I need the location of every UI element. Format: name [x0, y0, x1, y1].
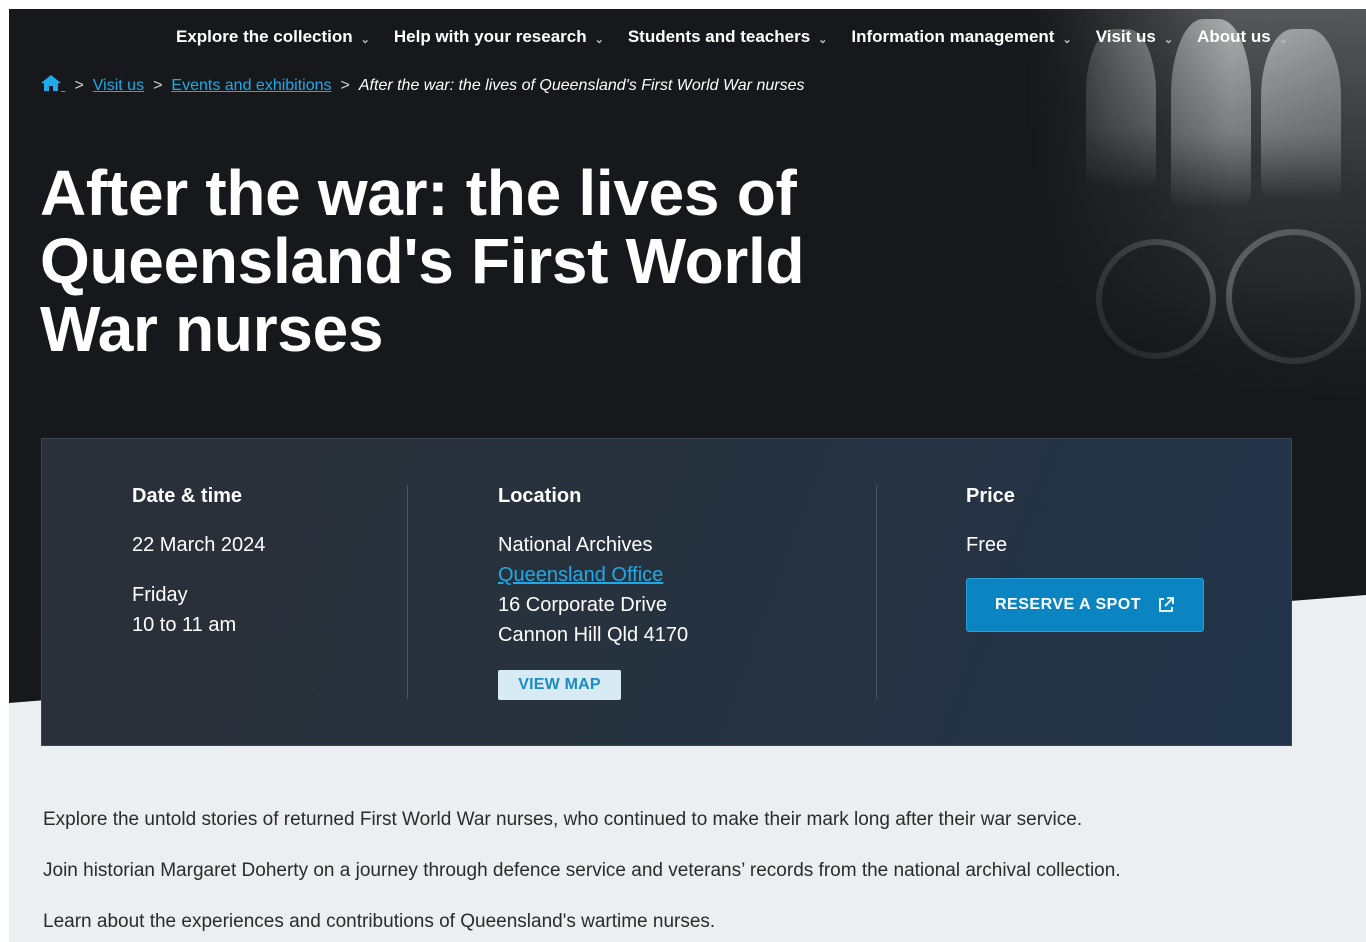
nav-label: Information management	[851, 27, 1055, 46]
divider	[407, 485, 408, 699]
external-link-icon	[1159, 597, 1174, 612]
nav-students-teachers[interactable]: Students and teachers ⌄	[628, 27, 828, 47]
breadcrumb: > Visit us > Events and exhibitions > After t…	[41, 71, 861, 100]
reserve-spot-button[interactable]: RESERVE A SPOT	[966, 578, 1204, 632]
location-suburb: Cannon Hill Qld 4170	[498, 624, 689, 646]
nav-label: Explore the collection	[176, 27, 353, 46]
breadcrumb-separator: >	[74, 77, 84, 94]
breadcrumb-visit-us[interactable]: Visit us	[93, 77, 144, 94]
breadcrumb-separator: >	[153, 77, 163, 94]
page-title: After the war: the lives of Queensland's…	[40, 157, 805, 365]
reserve-spot-label: RESERVE A SPOT	[995, 596, 1141, 613]
home-icon	[41, 75, 61, 91]
location-line: National Archives	[498, 534, 653, 556]
breadcrumb-current: After the war: the lives of Queensland's…	[358, 77, 805, 94]
event-description: Explore the untold stories of returned F…	[43, 807, 1243, 942]
view-map-button[interactable]: VIEW MAP	[498, 670, 621, 700]
hero-photo	[1026, 9, 1366, 429]
location-street: 16 Corporate Drive	[498, 594, 667, 616]
breadcrumb-home[interactable]	[41, 75, 65, 94]
nav-label: About us	[1197, 27, 1271, 46]
chevron-down-icon: ⌄	[594, 33, 604, 46]
queensland-office-link[interactable]: Queensland Office	[498, 564, 663, 586]
nav-about-us[interactable]: About us ⌄	[1197, 27, 1288, 47]
event-details-card: Date & time 22 March 2024 Friday 10 to 1…	[41, 438, 1292, 746]
chevron-down-icon: ⌄	[1163, 33, 1174, 46]
event-day: Friday	[132, 584, 188, 606]
description-paragraph: Explore the untold stories of returned F…	[43, 809, 1083, 830]
nav-label: Help with your research	[393, 27, 587, 46]
chevron-down-icon: ⌄	[1278, 33, 1288, 46]
location-heading: Location	[498, 485, 582, 507]
price-value: Free	[966, 534, 1008, 556]
nav-label: Visit us	[1095, 27, 1156, 46]
nav-explore-collection[interactable]: Explore the collection ⌄	[176, 27, 370, 47]
event-time: 10 to 11 am	[132, 614, 237, 636]
main-nav: Explore the collection ⌄ Help with your …	[176, 27, 1288, 47]
description-paragraph: Learn about the experiences and contribu…	[43, 911, 716, 932]
page: Explore the collection ⌄ Help with your …	[9, 9, 1366, 942]
price-section: Price Free	[966, 485, 1015, 560]
price-heading: Price	[966, 485, 1015, 507]
chevron-down-icon: ⌄	[1062, 33, 1072, 46]
date-time-heading: Date & time	[132, 485, 243, 507]
nav-visit-us[interactable]: Visit us ⌄	[1096, 27, 1173, 47]
date-time-section: Date & time 22 March 2024 Friday 10 to 1…	[132, 485, 265, 640]
chevron-down-icon: ⌄	[360, 33, 370, 46]
description-paragraph: Join historian Margaret Doherty on a jou…	[43, 860, 1121, 881]
divider	[876, 485, 877, 699]
location-section: Location National Archives Queensland Of…	[498, 485, 688, 650]
nav-label: Students and teachers	[627, 27, 811, 46]
breadcrumb-events-exhibitions[interactable]: Events and exhibitions	[171, 77, 331, 94]
breadcrumb-separator: >	[340, 77, 350, 94]
chevron-down-icon: ⌄	[818, 33, 828, 46]
nav-help-research[interactable]: Help with your research ⌄	[394, 27, 604, 47]
nav-information-management[interactable]: Information management ⌄	[851, 27, 1071, 47]
event-date: 22 March 2024	[132, 534, 266, 556]
